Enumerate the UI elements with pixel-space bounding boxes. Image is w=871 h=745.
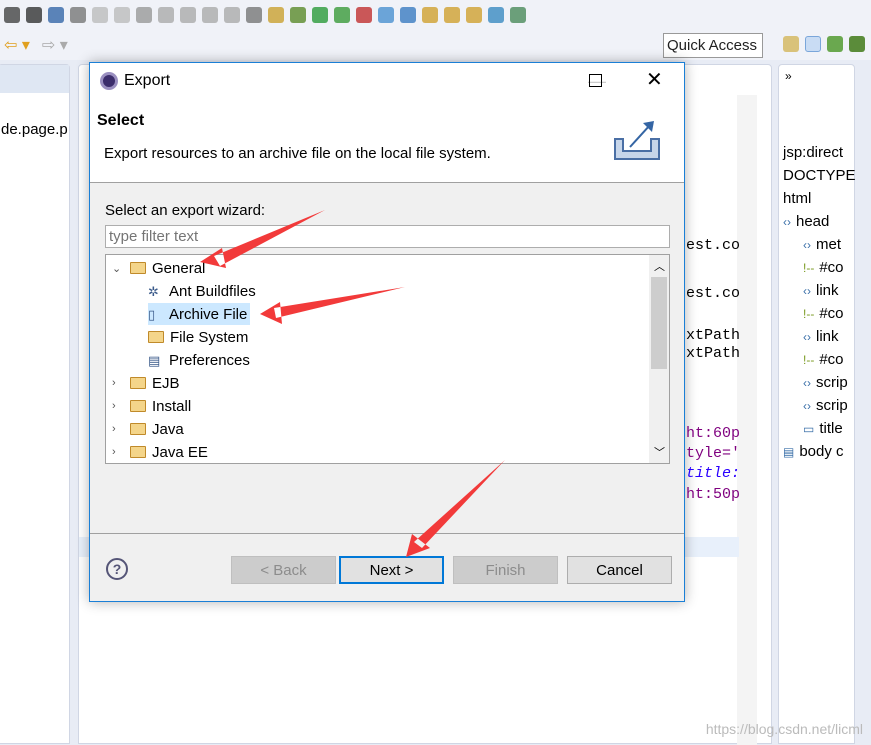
code-line: title: bbox=[686, 465, 741, 482]
annotation-arrows bbox=[200, 210, 505, 557]
code-line: est.co bbox=[686, 237, 741, 254]
code-line: xtPath bbox=[686, 327, 741, 344]
arrow-to-next bbox=[406, 460, 505, 557]
code-line: ht:60p bbox=[686, 425, 741, 442]
code-line: ht:50p bbox=[686, 486, 741, 503]
arrow-to-archive-file bbox=[260, 287, 405, 324]
arrow-to-general bbox=[200, 210, 325, 268]
code-line: tyle=' bbox=[686, 445, 741, 462]
code-line: est.co bbox=[686, 285, 741, 302]
code-line: xtPath bbox=[686, 345, 741, 362]
